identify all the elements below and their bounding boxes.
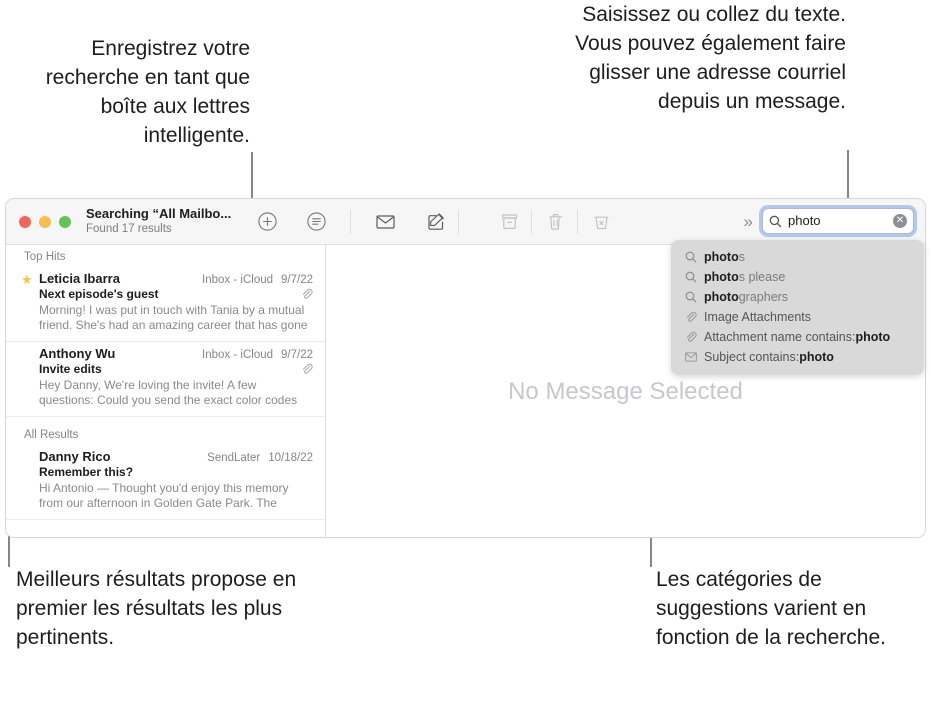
toolbar-separator: [531, 209, 532, 234]
minimize-button[interactable]: [39, 215, 51, 228]
callout-categories: Les catégories de suggestions varient en…: [656, 568, 886, 649]
mark-unread-icon[interactable]: [370, 207, 400, 237]
envelope-icon: [683, 352, 698, 362]
add-smart-mailbox-button[interactable]: [252, 207, 282, 237]
suggestion-rest-text: s: [738, 250, 745, 264]
search-suggestions-popover[interactable]: photo s photo s please photo graphers Im…: [671, 240, 924, 375]
suggestion-rest-text: s please: [738, 270, 786, 284]
callout-save-search: Enregistrez votre recherche en tant que …: [45, 37, 250, 147]
message-header: Anthony Wu Inbox - iCloud 9/7/22: [39, 346, 313, 361]
search-icon: [683, 291, 698, 303]
message-sender: Anthony Wu: [39, 346, 116, 361]
suggestion-matched-text: photo: [704, 290, 739, 304]
toolbar-separator: [577, 209, 578, 234]
toolbar-separator: [350, 209, 351, 234]
junk-icon[interactable]: [586, 207, 616, 237]
message-preview: Hi Antonio — Thought you'd enjoy this me…: [39, 481, 289, 510]
empty-state-label: No Message Selected: [508, 377, 743, 405]
message-header: Leticia Ibarra Inbox - iCloud 9/7/22: [39, 271, 313, 286]
paperclip-icon: [683, 331, 698, 343]
filter-icon[interactable]: [301, 207, 331, 237]
suggestion-item[interactable]: Attachment name contains: photo: [671, 327, 924, 347]
search-icon: [769, 215, 782, 228]
suggestion-matched-text: photo: [855, 330, 891, 344]
message-date: 9/7/22: [281, 274, 313, 286]
section-header-all-results: All Results: [24, 429, 79, 441]
search-input[interactable]: photo: [788, 213, 893, 229]
suggestion-rest-text: graphers: [738, 290, 789, 304]
trash-icon[interactable]: [540, 207, 570, 237]
annotated-screenshot: Enregistrez votre recherche en tant que …: [0, 0, 931, 710]
compose-icon[interactable]: [421, 207, 451, 237]
search-field[interactable]: photo ✕: [762, 208, 914, 234]
table-row[interactable]: Danny Rico SendLater 10/18/22 Remember t…: [6, 445, 325, 520]
message-subject-row: Remember this?: [39, 465, 313, 479]
toolbar-separator: [458, 209, 459, 234]
toolbar-overflow-button[interactable]: »: [744, 212, 753, 232]
archive-icon[interactable]: [494, 207, 524, 237]
traffic-lights: [19, 215, 71, 228]
suggestion-label: Subject contains:: [704, 350, 800, 364]
message-mailbox: Inbox - iCloud: [202, 349, 274, 361]
message-preview: Hey Danny, We're loving the invite! A fe…: [39, 378, 298, 407]
message-preview: Morning! I was put in touch with Tania b…: [39, 303, 308, 332]
message-sender: Leticia Ibarra: [39, 271, 120, 286]
suggestion-item[interactable]: photo graphers: [671, 287, 924, 307]
window-title-block: Searching “All Mailbo... Found 17 result…: [86, 206, 246, 237]
suggestion-label: Attachment name contains:: [704, 330, 856, 344]
zoom-button[interactable]: [59, 215, 71, 228]
section-header-top-hits: Top Hits: [24, 251, 66, 263]
message-mailbox: Inbox - iCloud: [202, 274, 274, 286]
message-sender: Danny Rico: [39, 449, 111, 464]
window-title: Searching “All Mailbo...: [86, 206, 232, 221]
message-mailbox: SendLater: [207, 452, 261, 464]
star-icon[interactable]: ★: [21, 273, 33, 287]
suggestion-matched-text: photo: [704, 270, 739, 284]
results-count: Found 17 results: [86, 223, 172, 235]
paperclip-icon: [301, 363, 313, 375]
message-subject-row: Invite edits: [39, 362, 313, 376]
message-header: Danny Rico SendLater 10/18/22: [39, 449, 313, 464]
suggestion-item[interactable]: Subject contains: photo: [671, 347, 924, 367]
clear-search-icon[interactable]: ✕: [893, 214, 907, 228]
message-subject-row: Next episode's guest: [39, 287, 313, 301]
message-date: 9/7/22: [281, 349, 313, 361]
search-icon: [683, 271, 698, 283]
window-titlebar: Searching “All Mailbo... Found 17 result…: [6, 199, 925, 245]
message-subject: Next episode's guest: [39, 287, 159, 301]
suggestion-matched-text: photo: [704, 250, 739, 264]
close-button[interactable]: [19, 215, 31, 228]
search-icon: [683, 251, 698, 263]
callout-type-paste: Saisissez ou collez du texte. Vous pouve…: [575, 3, 846, 113]
message-subject: Invite edits: [39, 362, 102, 376]
suggestion-item[interactable]: photo s: [671, 247, 924, 267]
suggestion-label: Image Attachments: [704, 310, 812, 324]
message-date: 10/18/22: [268, 452, 313, 464]
table-row[interactable]: ★ Leticia Ibarra Inbox - iCloud 9/7/22 N…: [6, 267, 325, 342]
paperclip-icon: [301, 288, 313, 300]
table-row[interactable]: Anthony Wu Inbox - iCloud 9/7/22 Invite …: [6, 342, 325, 417]
callout-top-hits: Meilleurs résultats propose en premier l…: [16, 568, 297, 649]
suggestion-matched-text: photo: [799, 350, 834, 364]
paperclip-icon: [683, 311, 698, 323]
suggestion-item[interactable]: Image Attachments: [671, 307, 924, 327]
suggestion-item[interactable]: photo s please: [671, 267, 924, 287]
message-list[interactable]: Top Hits ★ Leticia Ibarra Inbox - iCloud…: [6, 245, 326, 537]
message-subject: Remember this?: [39, 465, 134, 479]
